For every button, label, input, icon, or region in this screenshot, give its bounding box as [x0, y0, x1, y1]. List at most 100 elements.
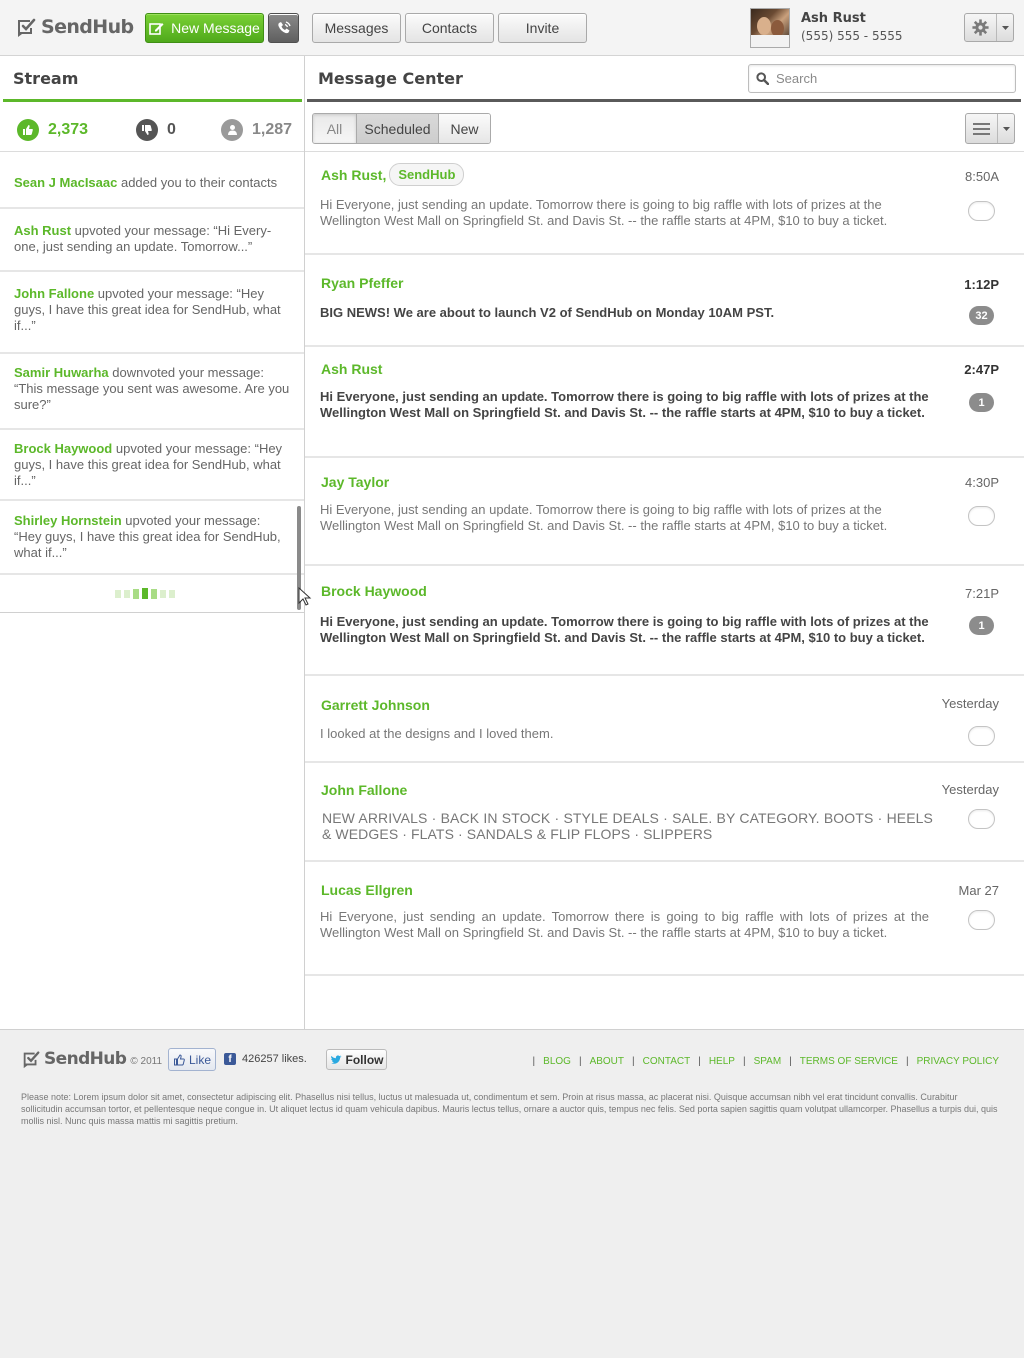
facebook-like-button[interactable]: Like: [168, 1048, 216, 1071]
search-input[interactable]: [776, 71, 1006, 86]
message-sender[interactable]: Brock Haywood: [321, 583, 427, 599]
tab-new[interactable]: New: [439, 114, 490, 143]
thumbs-down-icon: [136, 119, 158, 141]
message-sender[interactable]: Jay Taylor: [321, 474, 389, 490]
settings-button[interactable]: [964, 13, 1014, 42]
gear-icon: [972, 19, 989, 36]
follow-label: Follow: [345, 1052, 384, 1067]
message-sender[interactable]: Garrett Johnson: [321, 697, 430, 713]
message-row[interactable]: Lucas Ellgren Mar 27 Hi Everyone, just s…: [305, 862, 1024, 976]
footer-link-about[interactable]: ABOUT: [590, 1056, 624, 1067]
message-row[interactable]: John Fallone Yesterday NEW ARRIVALS · BA…: [305, 763, 1024, 862]
list-options-button[interactable]: [965, 113, 1015, 144]
message-select-toggle[interactable]: [968, 910, 995, 930]
filter-tabs: All Scheduled New: [312, 113, 491, 144]
stream-item[interactable]: Ash Rust upvoted your message: “Hi Every…: [0, 209, 304, 272]
message-sender[interactable]: Ash Rust: [321, 361, 382, 377]
stream-item-user[interactable]: John Fallone: [14, 286, 94, 301]
avatar[interactable]: [750, 8, 790, 48]
group-tag[interactable]: SendHub: [389, 163, 465, 186]
message-body: NEW ARRIVALS · BACK IN STOCK · STYLE DEA…: [322, 810, 933, 842]
messages-nav-button[interactable]: Messages: [312, 13, 401, 43]
footer-link-contact[interactable]: CONTACT: [643, 1056, 691, 1067]
message-time: 1:12P: [964, 277, 999, 292]
stream-item-user[interactable]: Sean J MacIsaac: [14, 175, 117, 190]
stream-item-user[interactable]: Samir Huwarha: [14, 365, 109, 380]
message-row[interactable]: Brock Haywood 7:21P Hi Everyone, just se…: [305, 566, 1024, 676]
stream-item[interactable]: Sean J MacIsaac added you to their conta…: [0, 153, 304, 209]
message-row[interactable]: Jay Taylor 4:30P Hi Everyone, just sendi…: [305, 458, 1024, 566]
invite-nav-button[interactable]: Invite: [498, 13, 587, 43]
contacts-count[interactable]: 1,287: [221, 119, 292, 141]
message-select-toggle[interactable]: [968, 809, 995, 829]
speech-check-icon: [18, 18, 36, 37]
message-row[interactable]: Ash Rust 2:47P Hi Everyone, just sending…: [305, 347, 1024, 458]
user-phone: (555) 555 - 5555: [801, 29, 903, 43]
new-message-label: New Message: [171, 20, 260, 36]
message-time: Yesterday: [941, 782, 999, 797]
like-count: 426257 likes.: [242, 1053, 307, 1065]
sender-name[interactable]: Ash Rust,: [321, 167, 386, 183]
stream-item-user[interactable]: Brock Haywood: [14, 441, 112, 456]
unread-count-badge: 1: [969, 393, 994, 412]
message-row[interactable]: Garrett Johnson Yesterday I looked at th…: [305, 676, 1024, 763]
stream-bottom-border: [0, 612, 304, 613]
stream-item[interactable]: Samir Huwarha downvoted your message: “T…: [0, 354, 304, 430]
message-select-toggle[interactable]: [968, 201, 995, 221]
stream-item[interactable]: Shirley Hornstein upvoted your message: …: [0, 501, 304, 575]
thumbs-up-icon: [17, 119, 39, 141]
footer-logo[interactable]: SendHub © 2011: [21, 1049, 162, 1069]
footer-logo-text: SendHub: [44, 1049, 127, 1069]
stream-item-user[interactable]: Ash Rust: [14, 223, 71, 238]
stream-item[interactable]: John Fallone upvoted your message: “Hey …: [0, 272, 304, 354]
downvote-count-value: 0: [167, 121, 176, 138]
search-icon: [756, 72, 769, 85]
thumbs-up-icon: [173, 1053, 185, 1065]
stream-item[interactable]: Brock Haywood upvoted your message: “Hey…: [0, 430, 304, 501]
upvote-count-value: 2,373: [48, 121, 89, 138]
footer-links: | BLOG | ABOUT | CONTACT | HELP | SPAM | TERMS…: [532, 1056, 999, 1067]
stream-counts: 2,373 0 1,287: [0, 104, 304, 152]
copyright: © 2011: [130, 1056, 163, 1067]
user-name[interactable]: Ash Rust: [801, 11, 866, 26]
upvote-count[interactable]: 2,373: [17, 119, 88, 141]
message-sender[interactable]: Lucas Ellgren: [321, 882, 413, 898]
message-select-toggle[interactable]: [968, 506, 995, 526]
new-message-button[interactable]: New Message: [145, 13, 264, 43]
downvote-count[interactable]: 0: [136, 119, 176, 141]
stream-item-user[interactable]: Shirley Hornstein: [14, 513, 122, 528]
logo-text: SendHub: [41, 16, 134, 38]
call-button[interactable]: [268, 13, 299, 43]
footer-link-privacy[interactable]: PRIVACY POLICY: [917, 1056, 999, 1067]
tab-all[interactable]: All: [313, 114, 357, 143]
stream-title: Stream: [13, 69, 79, 88]
message-sender[interactable]: Ryan Pfeffer: [321, 275, 403, 291]
contacts-nav-button[interactable]: Contacts: [405, 13, 494, 43]
message-sender[interactable]: Ash Rust, SendHub: [321, 163, 465, 186]
message-row[interactable]: Ryan Pfeffer 1:12P BIG NEWS! We are abou…: [305, 255, 1024, 347]
message-body: Hi Everyone, just sending an update. Tom…: [320, 909, 929, 940]
list-icon: [973, 122, 990, 135]
message-body: Hi Everyone, just sending an update. Tom…: [320, 614, 929, 645]
like-label: Like: [188, 1052, 211, 1067]
footer-note: Please note: Lorem ipsum dolor sit amet,…: [21, 1092, 998, 1126]
message-row[interactable]: Ash Rust, SendHub 8:50A Hi Everyone, jus…: [305, 153, 1024, 255]
sendhub-logo[interactable]: SendHub: [15, 16, 134, 38]
phone-icon: [278, 20, 291, 33]
footer-link-spam[interactable]: SPAM: [754, 1056, 782, 1067]
footer-link-blog[interactable]: BLOG: [543, 1056, 571, 1067]
message-filter-bar: All Scheduled New: [305, 102, 1024, 152]
message-body: Hi Everyone, just sending an update. Tom…: [320, 197, 888, 228]
message-body: I looked at the designs and I loved them…: [320, 726, 554, 741]
loading-indicator: [115, 588, 175, 599]
message-time: 8:50A: [965, 169, 999, 184]
footer-link-terms[interactable]: TERMS OF SERVICE: [800, 1056, 898, 1067]
message-select-toggle[interactable]: [968, 726, 995, 746]
message-time: Mar 27: [958, 883, 999, 898]
footer-link-help[interactable]: HELP: [709, 1056, 735, 1067]
message-sender[interactable]: John Fallone: [321, 782, 407, 798]
tab-scheduled[interactable]: Scheduled: [357, 114, 439, 143]
message-time: 2:47P: [964, 362, 999, 377]
twitter-follow-button[interactable]: Follow: [326, 1049, 387, 1070]
search-box[interactable]: [748, 64, 1016, 93]
